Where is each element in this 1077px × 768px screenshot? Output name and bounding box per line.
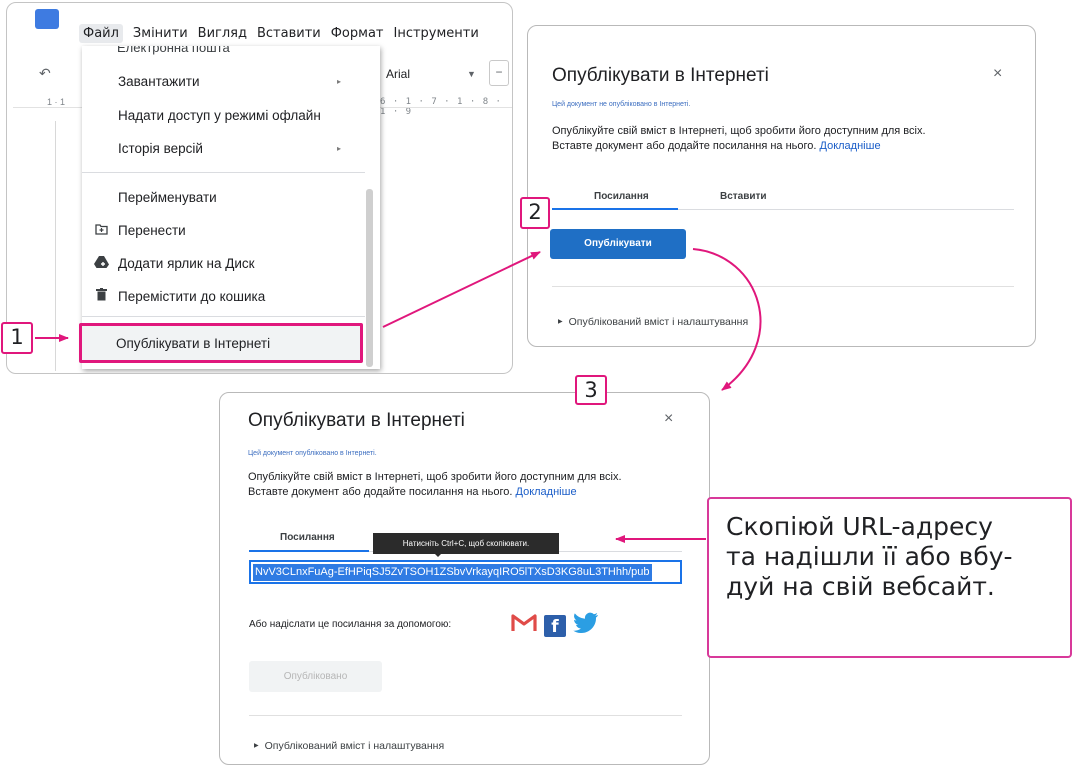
facebook-icon[interactable]: f <box>544 614 566 637</box>
tooltip-pointer <box>433 552 443 557</box>
submenu-arrow-icon: ▸ <box>336 143 341 153</box>
submenu-arrow-icon: ▸ <box>336 76 341 86</box>
tab-active-indicator <box>552 208 678 210</box>
menu-item-publish-to-web[interactable]: Опублікувати в Інтернеті <box>79 323 363 363</box>
menu-item-label: Перенести <box>118 222 186 238</box>
menu-item-trash[interactable]: Перемістити до кошика <box>82 281 365 311</box>
trash-icon <box>92 288 110 304</box>
publish-status-text: Цей документ опубліковано в Інтернеті. <box>248 450 377 457</box>
docs-menubar: Файл Змінити Вигляд Вставити Формат Інст… <box>79 24 489 43</box>
expander-label: Опублікований вміст і налаштування <box>568 316 749 328</box>
menu-item-label: Надати доступ у режимі офлайн <box>118 107 321 123</box>
step-number-2: 2 <box>520 197 550 229</box>
menu-item-download[interactable]: Завантажити ▸ <box>82 66 365 96</box>
menu-scrollbar[interactable] <box>366 189 373 367</box>
instruction-callout: Скопіюй URL-адресу та надішли її або вбу… <box>707 497 1072 658</box>
description-line-1: Опублікуйте свій вміст в Інтернеті, щоб … <box>248 471 622 483</box>
expand-arrow-icon: ▶ <box>254 743 259 749</box>
menu-separator <box>82 316 365 317</box>
section-divider <box>249 715 682 716</box>
share-label: Або надіслати це посилання за допомогою: <box>249 619 452 630</box>
menu-item-label: Історія версій <box>118 140 203 156</box>
menu-item-label: Завантажити <box>118 73 200 89</box>
section-divider <box>552 286 1014 287</box>
menu-item-email-cut[interactable]: Електронна пошта <box>117 46 230 56</box>
gmail-icon[interactable] <box>511 613 537 638</box>
dialog-title: Опублікувати в Інтернеті <box>248 410 465 431</box>
menu-item-label: Перейменувати <box>118 189 217 205</box>
description-text: Вставте документ або додайте посилання н… <box>248 486 513 498</box>
published-button-disabled: Опубліковано <box>249 661 382 692</box>
menu-format[interactable]: Формат <box>331 26 384 43</box>
tab-link[interactable]: Посилання <box>280 532 335 543</box>
published-content-settings-expander[interactable]: ▶ Опублікований вміст і налаштування <box>558 316 748 328</box>
menu-item-move[interactable]: Перенести <box>82 215 365 245</box>
share-icons: f <box>511 612 606 639</box>
description-line-2: Вставте документ або додайте посилання н… <box>248 485 622 500</box>
menu-item-label: Перемістити до кошика <box>118 288 266 304</box>
expander-label: Опублікований вміст і налаштування <box>264 740 445 752</box>
tab-embed[interactable]: Вставити <box>720 191 767 202</box>
publish-dialog-unpublished: Опублікувати в Інтернеті × Цей документ … <box>527 25 1036 347</box>
description-text: Вставте документ або додайте посилання н… <box>552 140 817 152</box>
menu-item-add-shortcut[interactable]: Додати ярлик на Диск <box>82 248 365 278</box>
menu-item-version-history[interactable]: Історія версій ▸ <box>82 133 365 163</box>
docs-window-panel: Файл Змінити Вигляд Вставити Формат Інст… <box>6 2 513 374</box>
menu-item-label: Додати ярлик на Диск <box>118 255 255 271</box>
close-icon[interactable]: × <box>993 65 1002 83</box>
font-select[interactable]: Arial <box>386 67 410 81</box>
ruler-left: 1 · 1 <box>47 97 66 107</box>
folder-move-icon <box>92 223 110 238</box>
publish-dialog-published: Опублікувати в Інтернеті × Цей документ … <box>219 392 710 765</box>
dialog-title: Опублікувати в Інтернеті <box>552 65 769 86</box>
menu-separator <box>82 172 365 173</box>
menu-edit[interactable]: Змінити <box>133 26 188 43</box>
dialog-description: Опублікуйте свій вміст в Інтернеті, щоб … <box>552 124 926 154</box>
menu-item-label: Опублікувати в Інтернеті <box>116 335 271 351</box>
expand-arrow-icon: ▶ <box>558 319 563 325</box>
step-number-1: 1 <box>1 322 33 354</box>
docs-logo-icon <box>35 9 59 29</box>
file-menu-dropdown: Електронна пошта Завантажити ▸ Надати до… <box>82 46 380 369</box>
description-line-1: Опублікуйте свій вміст в Інтернеті, щоб … <box>552 125 926 137</box>
menu-file[interactable]: Файл <box>79 24 123 43</box>
undo-icon[interactable]: ↶ <box>39 65 51 82</box>
menu-tools[interactable]: Інструменти <box>393 26 478 43</box>
description-line-2: Вставте документ або додайте посилання н… <box>552 139 926 154</box>
tab-link[interactable]: Посилання <box>594 191 649 202</box>
learn-more-link[interactable]: Докладніше <box>516 486 577 498</box>
drive-shortcut-icon <box>92 255 110 271</box>
publish-status-text: Цей документ не опубліковано в Інтернеті… <box>552 101 691 108</box>
menu-item-offline[interactable]: Надати доступ у режимі офлайн <box>82 100 365 130</box>
twitter-icon[interactable] <box>573 612 599 639</box>
tab-active-indicator <box>249 550 369 552</box>
close-icon[interactable]: × <box>664 410 673 428</box>
published-content-settings-expander[interactable]: ▶ Опублікований вміст і налаштування <box>254 740 444 752</box>
menu-view[interactable]: Вигляд <box>198 26 247 43</box>
copy-tooltip: Натисніть Ctrl+C, щоб скопіювати. <box>373 533 559 554</box>
chevron-down-icon[interactable]: ▼ <box>467 69 476 79</box>
menu-insert[interactable]: Вставити <box>257 26 321 43</box>
published-url-selected-text[interactable]: NvV3CLnxFuAg-EfHPiqSJ5ZvTSOH1ZSbvVrkayqI… <box>253 564 652 581</box>
page-edge <box>55 121 56 371</box>
menu-item-rename[interactable]: Перейменувати <box>82 182 365 212</box>
publish-button[interactable]: Опублікувати <box>550 229 686 259</box>
learn-more-link[interactable]: Докладніше <box>820 140 881 152</box>
font-size-minus-button[interactable]: − <box>489 60 509 86</box>
dialog-description: Опублікуйте свій вміст в Інтернеті, щоб … <box>248 470 622 500</box>
step-number-3: 3 <box>575 375 607 405</box>
published-url-field[interactable]: NvV3CLnxFuAg-EfHPiqSJ5ZvTSOH1ZSbvVrkayqI… <box>249 560 682 584</box>
